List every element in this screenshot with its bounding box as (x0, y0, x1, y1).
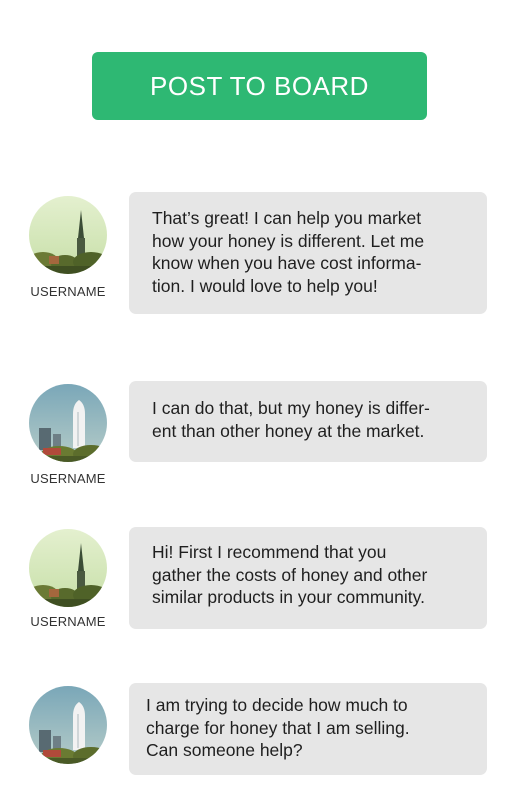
message-bubble: That’s great! I can help you market how … (129, 192, 487, 314)
message-bubble: I am trying to decide how much to charge… (129, 683, 487, 775)
message-line: I can do that, but my honey is differ- (152, 398, 430, 418)
church-spire-avatar-icon (29, 529, 107, 607)
post-to-board-label: POST TO BOARD (150, 70, 369, 101)
message-line: Can someone help? (146, 740, 303, 760)
skyscraper-avatar-icon (29, 686, 107, 764)
avatar (29, 384, 107, 462)
message-line: ent than other honey at the market. (152, 420, 425, 441)
username-label: USERNAME (30, 614, 106, 629)
message-bubble: Hi! First I recommend that you gather th… (129, 527, 487, 629)
message-line: know when you have cost informa- (152, 253, 422, 273)
message-line: how your honey is different. Let me (152, 230, 425, 251)
message-bubble: I can do that, but my honey is differ- e… (129, 381, 487, 462)
message-line: I am trying to decide how much to (146, 695, 408, 715)
message-line: Hi! First I recommend that you (152, 542, 387, 562)
message-line: That’s great! I can help you market (152, 208, 422, 228)
message-line: tion. I would love to help you! (152, 275, 378, 296)
username-label: USERNAME (30, 284, 106, 299)
avatar (29, 686, 107, 764)
message-line: charge for honey that I am selling. (146, 717, 410, 738)
message-line: gather the costs of honey and other (152, 564, 428, 585)
church-spire-avatar-icon (29, 196, 107, 274)
avatar (29, 196, 107, 274)
message-line: similar products in your community. (152, 587, 425, 607)
skyscraper-avatar-icon (29, 384, 107, 462)
post-to-board-button[interactable]: POST TO BOARD (92, 52, 427, 120)
username-label: USERNAME (30, 471, 106, 486)
avatar (29, 529, 107, 607)
